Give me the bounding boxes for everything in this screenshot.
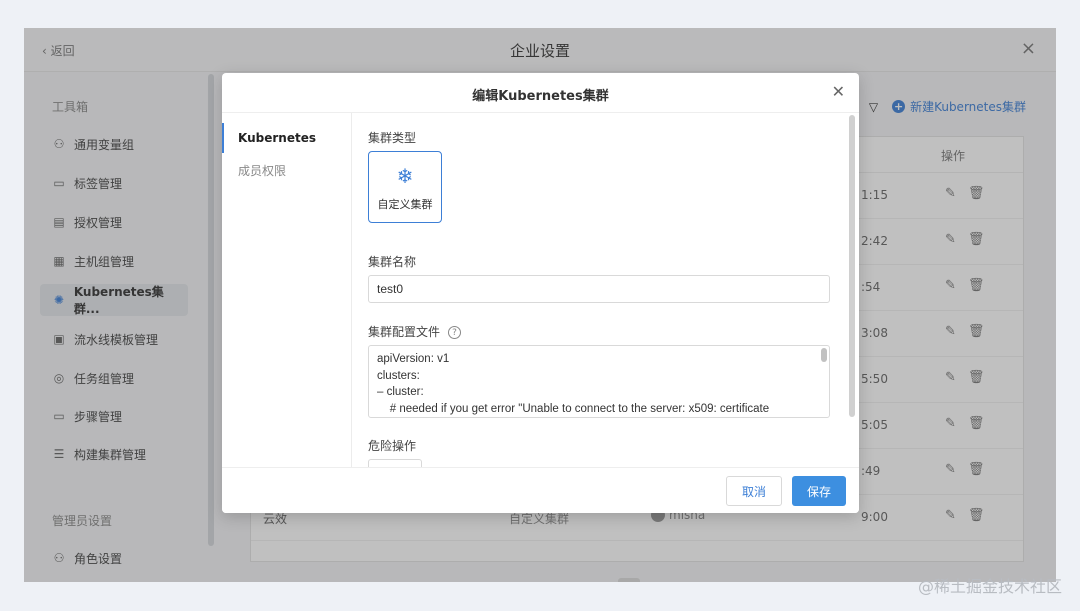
edit-cluster-modal: 编辑Kubernetes集群 ✕ Kubernetes 成员权限 集群类型 ❄ … <box>222 73 859 513</box>
cluster-type-custom-card[interactable]: ❄ 自定义集群 <box>368 151 442 223</box>
config-file-textarea[interactable]: apiVersion: v1 clusters: – cluster: # ne… <box>368 345 830 418</box>
cluster-type-label: 集群类型 <box>368 131 417 145</box>
danger-action-button[interactable] <box>368 459 422 467</box>
watermark: @稀土掘金技术社区 <box>917 577 1062 596</box>
cluster-name-input[interactable]: test0 <box>368 275 830 303</box>
save-button[interactable]: 保存 <box>792 476 846 506</box>
config-file-label: 集群配置文件? <box>368 323 462 340</box>
close-icon[interactable]: ✕ <box>832 82 845 101</box>
modal-header: 编辑Kubernetes集群 ✕ <box>222 73 859 113</box>
help-icon[interactable]: ? <box>448 326 462 339</box>
cluster-name-label: 集群名称 <box>368 255 417 269</box>
tab-kubernetes[interactable]: Kubernetes <box>222 123 352 153</box>
modal-footer: 取消 保存 <box>222 467 859 513</box>
modal-scrollbar[interactable] <box>849 115 855 417</box>
modal-body: 集群类型 ❄ 自定义集群 集群名称 test0 集群配置文件? apiVersi… <box>368 113 840 467</box>
modal-nav: Kubernetes 成员权限 <box>222 113 352 467</box>
textarea-scrollbar[interactable] <box>821 348 827 362</box>
modal-title: 编辑Kubernetes集群 <box>472 89 609 104</box>
danger-label: 危险操作 <box>368 439 417 453</box>
tab-member-permissions[interactable]: 成员权限 <box>222 155 352 185</box>
snowflake-icon: ❄ <box>396 164 414 188</box>
cancel-button[interactable]: 取消 <box>726 476 782 506</box>
